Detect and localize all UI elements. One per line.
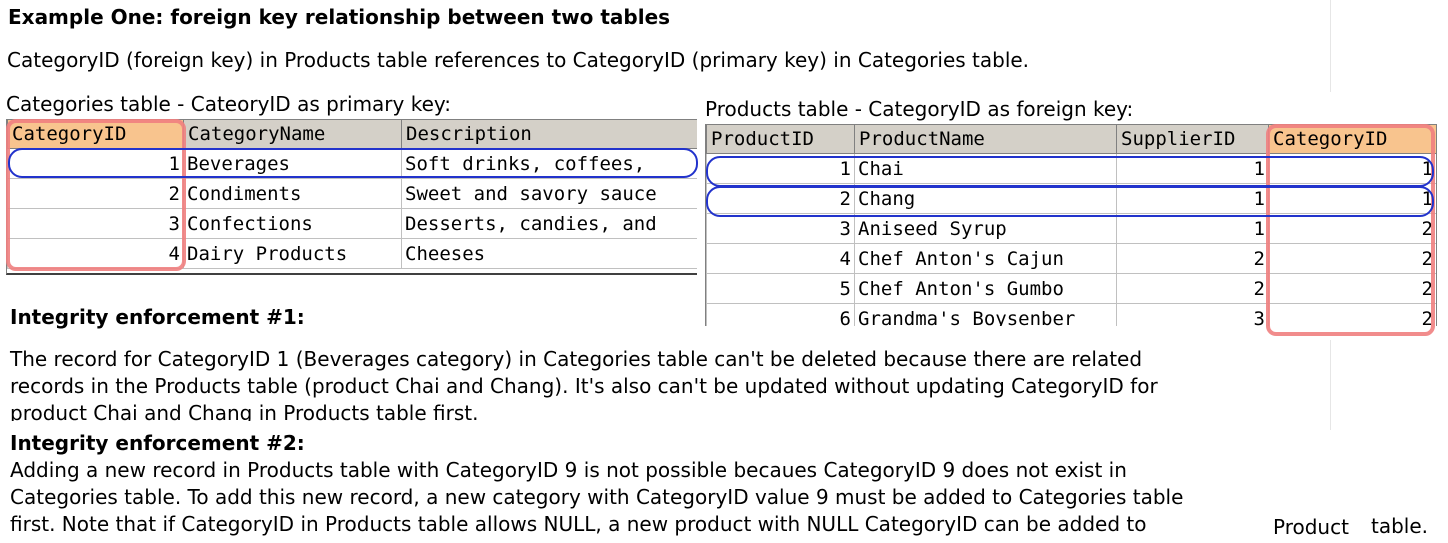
divider-line (1330, 0, 1331, 92)
integrity-1-line: records in the Products table (product C… (10, 374, 1158, 398)
cell-categoryname[interactable]: Condiments (183, 178, 402, 209)
cell-productname[interactable]: Aniseed Syrup (854, 213, 1117, 244)
integrity-2-tail-end: table. (1371, 514, 1429, 538)
column-header-categoryname[interactable]: CategoryName (183, 119, 402, 149)
cell-categoryname[interactable]: Confections (183, 208, 402, 239)
row-highlight (8, 148, 698, 178)
integrity-2-tail-word: Product (1273, 515, 1349, 539)
cell-description[interactable]: Desserts, candies, and (401, 208, 697, 239)
cell-productname[interactable]: Chef Anton's Gumbo (854, 273, 1117, 304)
column-header-productid[interactable]: ProductID (706, 124, 855, 154)
cell-productid[interactable]: 6 (706, 303, 855, 326)
row-highlight (706, 156, 1434, 187)
cell-supplierid[interactable]: 2 (1116, 273, 1269, 304)
column-header-productname[interactable]: ProductName (854, 124, 1117, 154)
integrity-2-heading: Integrity enforcement #2: (10, 431, 305, 455)
cell-description[interactable]: Sweet and savory sauce (401, 178, 697, 209)
integrity-1-heading: Integrity enforcement #1: (10, 305, 305, 329)
integrity-1-line: The record for CategoryID 1 (Beverages c… (10, 347, 1143, 371)
products-caption: Products table - CategoryID as foreign k… (705, 97, 1134, 121)
cell-productid[interactable]: 5 (706, 273, 855, 304)
divider-line (1330, 340, 1331, 430)
integrity-2-line: first. Note that if CategoryID in Produc… (10, 512, 1147, 536)
cell-productname[interactable]: Grandma's Boysenber (854, 303, 1117, 326)
page-title: Example One: foreign key relationship be… (8, 5, 671, 29)
cell-supplierid[interactable]: 3 (1116, 303, 1269, 326)
cell-productid[interactable]: 4 (706, 243, 855, 274)
categories-caption: Categories table - CateoryID as primary … (6, 92, 452, 116)
cell-supplierid[interactable]: 1 (1116, 213, 1269, 244)
row-highlight (706, 186, 1434, 217)
primary-key-highlight (6, 119, 186, 271)
cell-supplierid[interactable]: 2 (1116, 243, 1269, 274)
integrity-2-line: Categories table. To add this new record… (10, 485, 1184, 509)
cell-categoryname[interactable]: Dairy Products (183, 238, 402, 269)
cell-productname[interactable]: Chef Anton's Cajun (854, 243, 1117, 274)
cell-productid[interactable]: 3 (706, 213, 855, 244)
intro-text: CategoryID (foreign key) in Products tab… (7, 48, 1030, 72)
integrity-2-line: Adding a new record in Products table wi… (10, 458, 1127, 482)
column-header-description[interactable]: Description (401, 119, 697, 149)
cell-description[interactable]: Cheeses (401, 238, 697, 269)
integrity-1-line: product Chai and Chang in Products table… (10, 401, 479, 421)
column-header-supplierid[interactable]: SupplierID (1116, 124, 1269, 154)
